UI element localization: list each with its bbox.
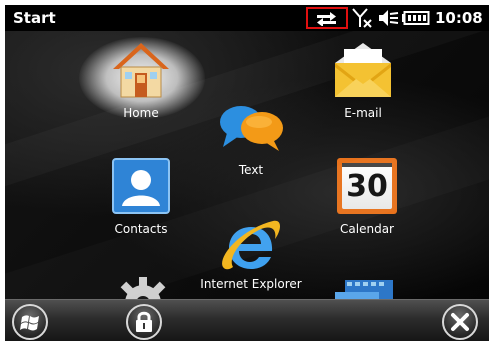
status-bar: Start 10:08	[5, 5, 489, 31]
settings-icon[interactable]	[111, 275, 175, 299]
tile-calendar[interactable]: 30 Calendar	[327, 158, 407, 236]
text-messaging-icon	[220, 106, 283, 151]
battery-icon[interactable]	[402, 11, 430, 25]
calendar-icon: 30	[337, 158, 397, 214]
volume-mute-icon[interactable]	[377, 9, 399, 27]
tile-calendar-label: Calendar	[340, 222, 394, 236]
connectivity-highlight-box[interactable]	[306, 7, 348, 29]
signal-icon[interactable]	[351, 8, 373, 28]
home-icon	[113, 43, 169, 98]
windows-start-icon	[20, 315, 39, 331]
tile-contacts-label: Contacts	[114, 222, 168, 236]
tile-text-label: Text	[238, 163, 264, 177]
tile-home[interactable]: Home	[97, 41, 185, 120]
tile-internet-explorer-label: Internet Explorer	[200, 277, 302, 291]
tile-email[interactable]: E-mail	[323, 41, 403, 120]
lock-button[interactable]	[126, 304, 162, 340]
device-screen: Start 10:08 Home E-mail Text Contacts 30…	[5, 5, 489, 341]
tile-contacts[interactable]: Contacts	[101, 158, 181, 236]
start-button[interactable]	[12, 304, 48, 340]
close-icon	[451, 313, 469, 331]
calendar-day: 30	[346, 169, 388, 204]
connectivity-icon	[317, 12, 336, 26]
tile-internet-explorer[interactable]: Internet Explorer	[189, 217, 313, 291]
soft-key-bar	[5, 299, 489, 341]
tile-home-label: Home	[123, 106, 159, 120]
media-icon[interactable]	[331, 278, 397, 299]
start-screen: Home E-mail Text Contacts 30 Calendar In…	[5, 31, 489, 299]
tile-text[interactable]: Text	[211, 103, 291, 177]
contacts-icon	[112, 158, 170, 214]
email-icon	[335, 43, 391, 97]
lock-icon	[136, 311, 152, 332]
status-title: Start	[13, 9, 56, 27]
tile-email-label: E-mail	[344, 106, 382, 120]
close-button[interactable]	[442, 304, 478, 340]
clock-time[interactable]: 10:08	[435, 9, 483, 27]
internet-explorer-icon	[222, 220, 280, 270]
